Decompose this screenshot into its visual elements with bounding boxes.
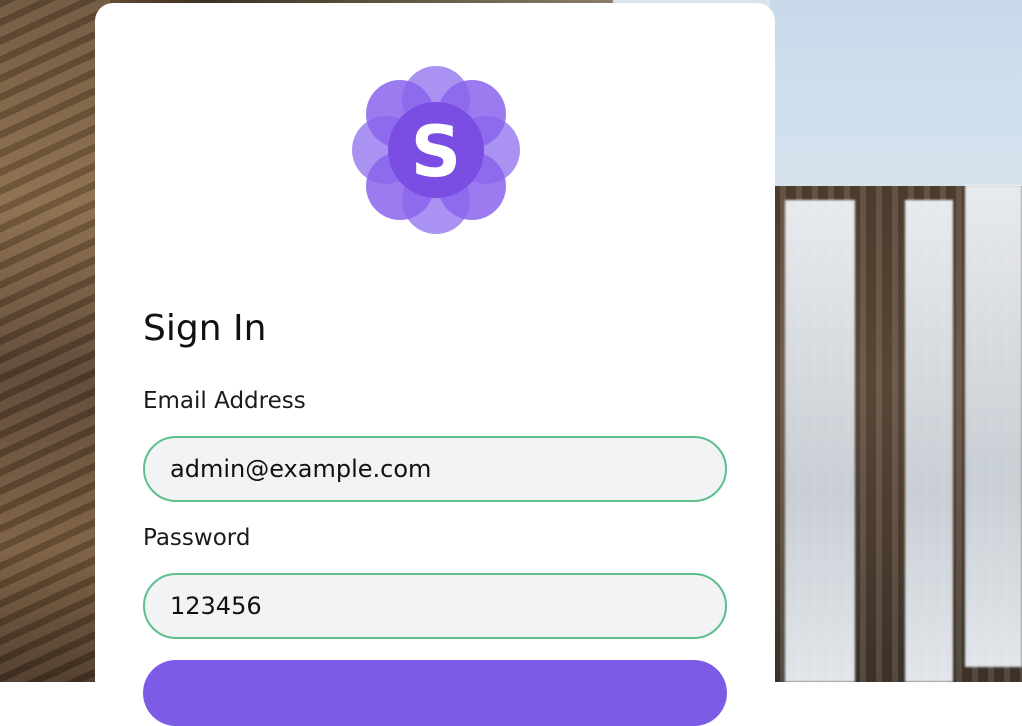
background-waterfall: [965, 185, 1022, 667]
brand-logo-icon: S: [352, 66, 520, 234]
background-waterfall: [905, 200, 953, 682]
email-field[interactable]: [143, 436, 727, 502]
password-label: Password: [143, 525, 251, 551]
sign-in-button[interactable]: [143, 660, 727, 726]
page-title: Sign In: [143, 308, 267, 349]
password-field[interactable]: [143, 573, 727, 639]
logo-letter: S: [411, 111, 461, 193]
background-waterfall: [785, 200, 855, 682]
email-label: Email Address: [143, 388, 306, 414]
background-rock-left: [0, 0, 110, 682]
